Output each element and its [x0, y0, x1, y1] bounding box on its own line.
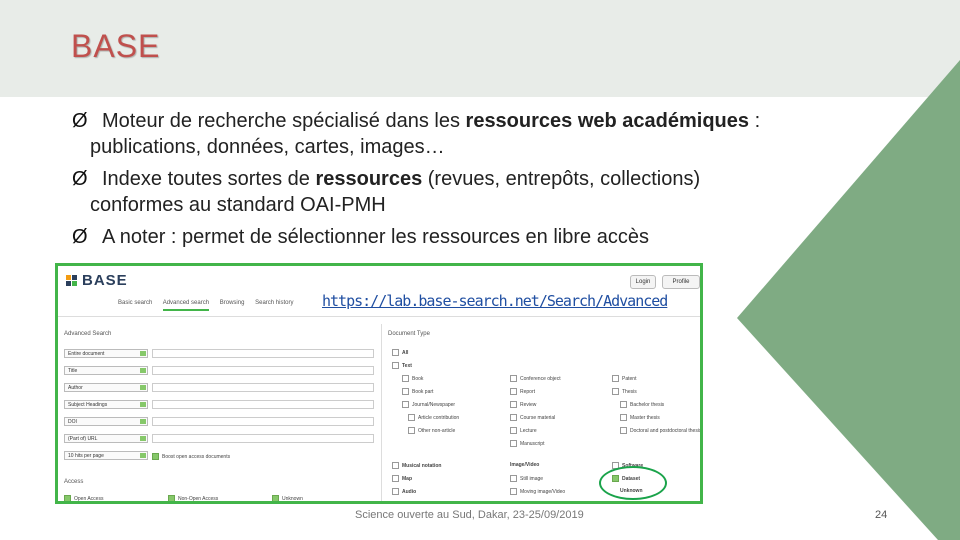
- field-select[interactable]: Subject Headings: [64, 400, 148, 409]
- base-logo-icon: [66, 275, 77, 286]
- advanced-search-url-link[interactable]: https://lab.base-search.net/Search/Advan…: [320, 292, 670, 310]
- bullet-item: Ø Indexe toutes sortes de ressources (re…: [72, 166, 912, 218]
- doc-type-checkbox[interactable]: Book: [402, 375, 423, 382]
- doc-type-checkbox[interactable]: Image/Video: [510, 462, 539, 468]
- tab-browsing[interactable]: Browsing: [220, 300, 245, 306]
- field-select[interactable]: Title: [64, 366, 148, 375]
- bullet-continuation: publications, données, cartes, images…: [90, 136, 445, 158]
- slide-footer: Science ouverte au Sud, Dakar, 23-25/09/…: [355, 509, 584, 521]
- search-field[interactable]: [152, 417, 374, 426]
- doc-type-checkbox[interactable]: Book part: [402, 388, 433, 395]
- doc-type-checkbox[interactable]: Lecture: [510, 427, 537, 434]
- field-select[interactable]: Entire document: [64, 349, 148, 358]
- field-select[interactable]: (Part of) URL: [64, 434, 148, 443]
- doc-type-checkbox[interactable]: Conference object: [510, 375, 561, 382]
- bullet-bold: ressources: [315, 168, 423, 190]
- divider: [58, 316, 700, 317]
- tab-basic-search[interactable]: Basic search: [118, 300, 152, 306]
- arrow-bullet-icon: Ø: [72, 110, 88, 132]
- doc-type-checkbox[interactable]: Article contribution: [408, 414, 459, 421]
- profile-button[interactable]: Profile: [662, 275, 700, 289]
- field-select[interactable]: DOI: [64, 417, 148, 426]
- field-select[interactable]: Author: [64, 383, 148, 392]
- non-open-access-checkbox[interactable]: Non-Open Access: [168, 495, 218, 501]
- tab-search-history[interactable]: Search history: [255, 300, 293, 306]
- bullet-text: Moteur de recherche spécialisé dans les: [102, 110, 466, 132]
- doc-type-checkbox[interactable]: Bachelor thesis: [620, 401, 664, 408]
- bullet-text: Indexe toutes sortes de: [102, 168, 316, 190]
- bullet-bold: ressources web académiques: [465, 110, 750, 132]
- bullet-text: (revues, entrepôts, collections): [422, 168, 701, 190]
- doc-type-checkbox[interactable]: Manuscript: [510, 440, 544, 447]
- doc-type-checkbox[interactable]: Thesis: [612, 388, 637, 395]
- bullet-text: :: [749, 110, 761, 132]
- doc-type-checkbox[interactable]: Course material: [510, 414, 555, 421]
- doc-type-checkbox[interactable]: Doctoral and postdoctoral thesis: [620, 427, 700, 434]
- doc-type-checkbox[interactable]: Review: [510, 401, 536, 408]
- slide-title: BASE: [71, 28, 161, 64]
- doc-type-checkbox[interactable]: Patent: [612, 375, 636, 382]
- boost-open-access-checkbox[interactable]: Boost open access documents: [152, 453, 230, 460]
- bullet-continuation: conformes au standard OAI-PMH: [90, 194, 386, 216]
- login-button[interactable]: Login: [630, 275, 656, 289]
- search-field[interactable]: [152, 349, 374, 358]
- hits-per-page-select[interactable]: 10 hits per page: [64, 451, 148, 460]
- doc-type-checkbox[interactable]: Journal/Newspaper: [402, 401, 455, 408]
- search-field[interactable]: [152, 434, 374, 443]
- page-number: 24: [875, 509, 888, 521]
- bullet-item: Ø Moteur de recherche spécialisé dans le…: [72, 108, 912, 160]
- highlight-circle: [599, 466, 667, 500]
- tab-advanced-search[interactable]: Advanced search: [162, 300, 210, 311]
- doc-type-checkbox[interactable]: Report: [510, 388, 535, 395]
- text-checkbox[interactable]: Text: [392, 362, 412, 369]
- doc-type-checkbox[interactable]: Audio: [392, 488, 416, 495]
- doc-type-checkbox[interactable]: Other non-article: [408, 427, 455, 434]
- doc-type-checkbox[interactable]: Map: [392, 475, 412, 482]
- bullet-list: Ø Moteur de recherche spécialisé dans le…: [72, 108, 912, 256]
- bullet-item: Ø A noter : permet de sélectionner les r…: [72, 224, 912, 250]
- base-screenshot: BASE Login Profile Basic search Advanced…: [55, 263, 703, 504]
- search-field[interactable]: [152, 366, 374, 375]
- divider: [381, 324, 382, 501]
- search-nav: Basic search Advanced search Browsing Se…: [118, 300, 302, 311]
- document-type-heading: Document Type: [388, 331, 430, 337]
- open-access-checkbox[interactable]: Open Access: [64, 495, 103, 501]
- bullet-text: A noter : permet de sélectionner les res…: [102, 226, 649, 248]
- doc-type-checkbox[interactable]: Musical notation: [392, 462, 441, 469]
- access-heading: Access: [64, 479, 84, 485]
- arrow-bullet-icon: Ø: [72, 168, 88, 190]
- base-logo: BASE: [82, 272, 128, 289]
- search-field[interactable]: [152, 383, 374, 392]
- doc-type-checkbox[interactable]: Still image: [510, 475, 543, 482]
- arrow-bullet-icon: Ø: [72, 226, 88, 248]
- all-checkbox[interactable]: All: [392, 349, 408, 356]
- doc-type-checkbox[interactable]: Moving image/Video: [510, 488, 565, 495]
- doc-type-checkbox[interactable]: Master thesis: [620, 414, 660, 421]
- search-field[interactable]: [152, 400, 374, 409]
- advanced-search-heading: Advanced Search: [64, 331, 112, 337]
- unknown-access-checkbox[interactable]: Unknown: [272, 495, 303, 501]
